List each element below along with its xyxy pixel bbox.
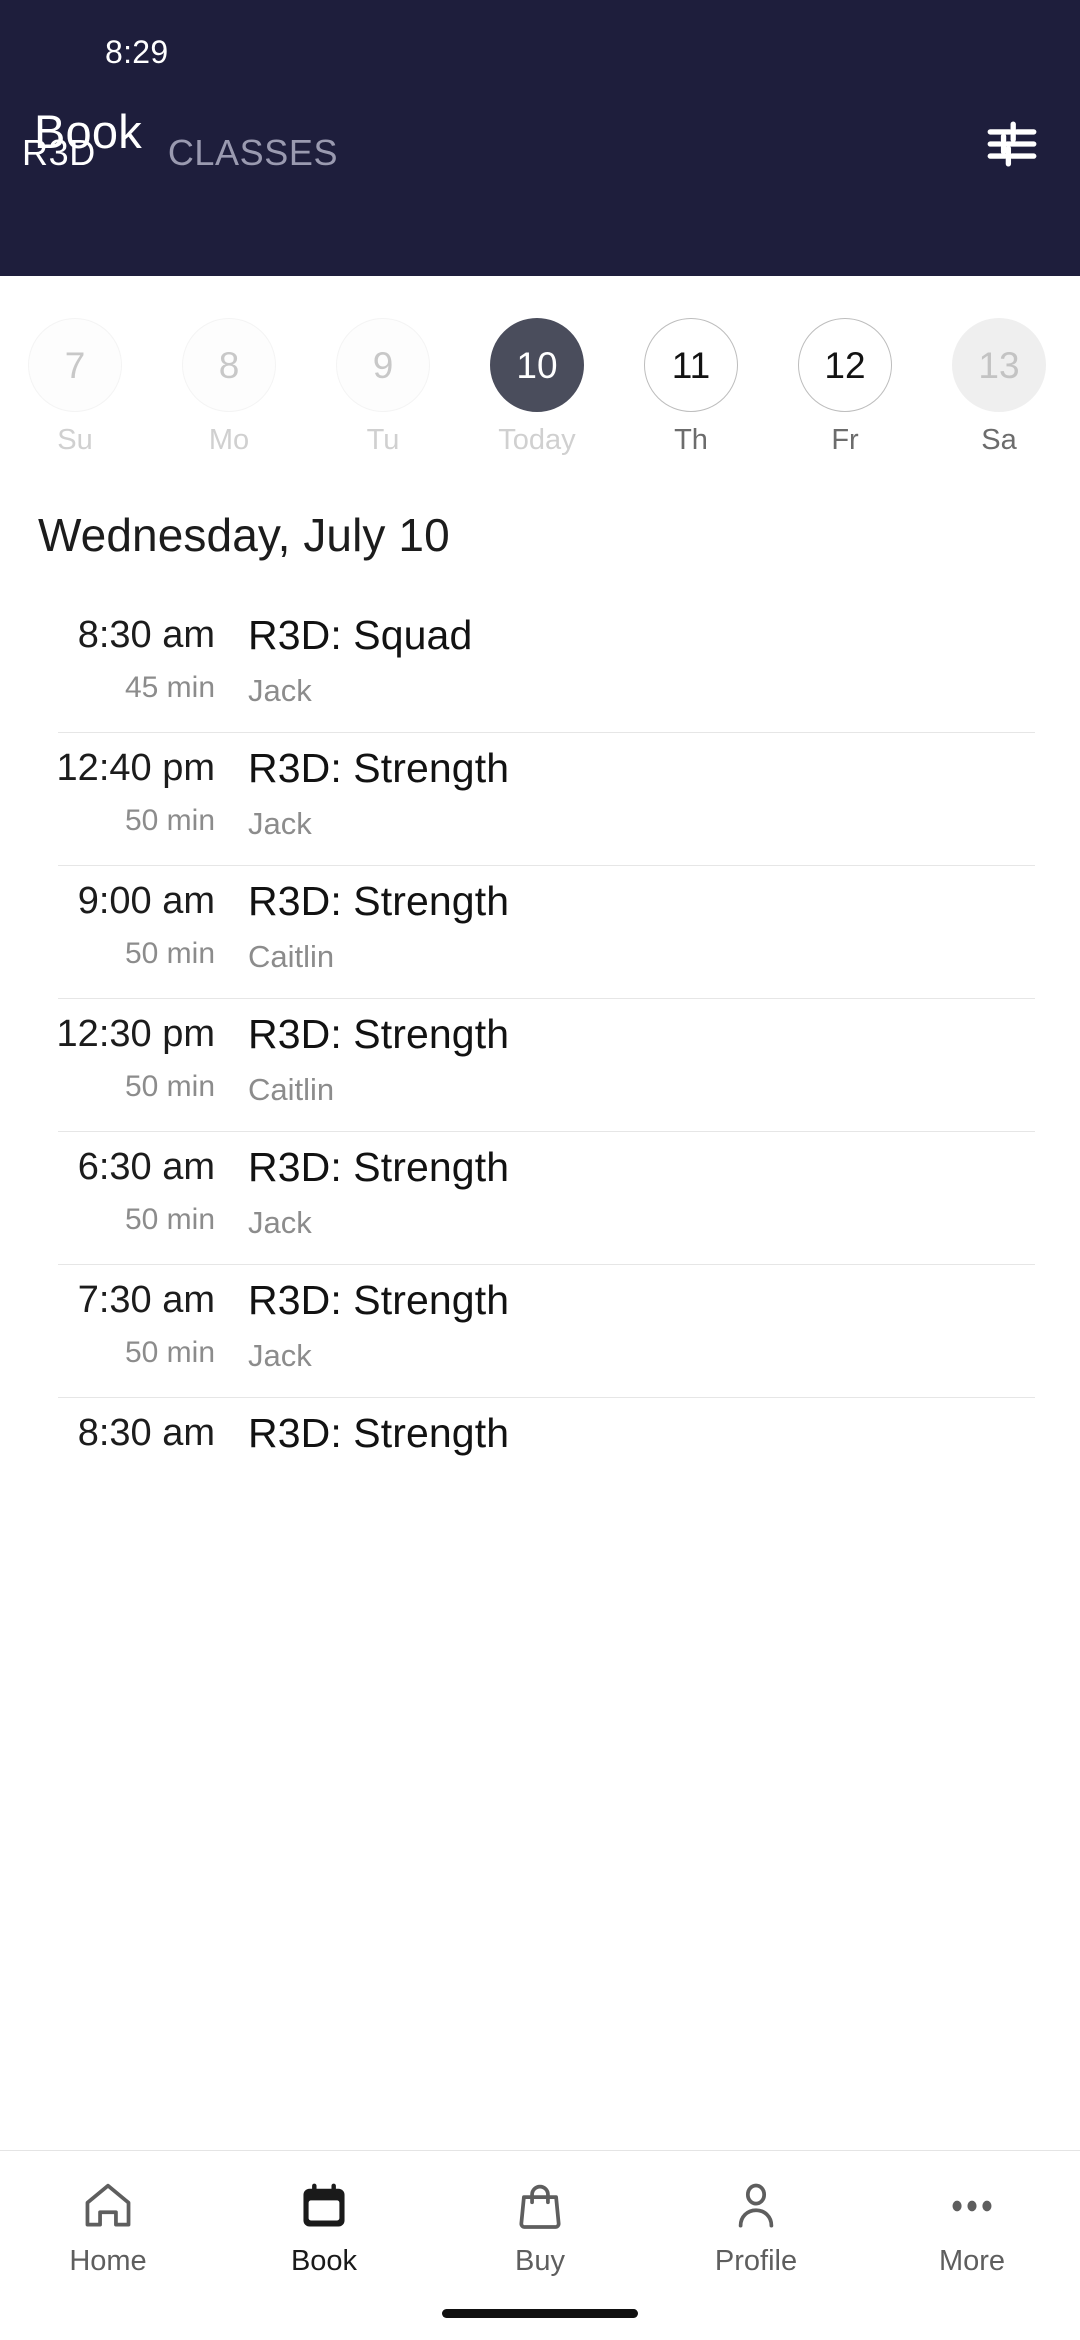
- class-start-time: 9:00 am: [77, 880, 215, 922]
- date-weekday-label: Mo: [208, 424, 250, 456]
- date-circle[interactable]: 8: [182, 318, 276, 412]
- date-weekday-label: Th: [674, 424, 708, 456]
- date-cell-8[interactable]: 8 Mo: [152, 318, 306, 455]
- home-icon: [80, 2175, 136, 2237]
- date-circle[interactable]: 9: [336, 318, 430, 412]
- class-title: R3D: Strength: [248, 878, 510, 924]
- class-row[interactable]: 8:30 am R3D: Strength: [0, 1397, 1080, 1530]
- class-info-block: R3D: Strength Jack: [215, 1277, 1080, 1374]
- class-start-time: 6:30 am: [77, 1146, 215, 1188]
- nav-item-more[interactable]: More: [864, 2175, 1080, 2276]
- nav-label: Buy: [515, 2245, 565, 2277]
- calendar-icon: [296, 2175, 352, 2237]
- nav-label: Profile: [714, 2245, 798, 2277]
- class-time-block: 8:30 am 45 min: [0, 613, 215, 704]
- class-time-block: 12:30 pm 50 min: [0, 1012, 215, 1103]
- class-info-block: R3D: Squad Jack: [215, 612, 1080, 709]
- class-instructor: Jack: [248, 673, 312, 709]
- class-title: R3D: Strength: [248, 1011, 510, 1057]
- class-list[interactable]: 8:30 am 45 min R3D: Squad Jack 12:40 pm …: [0, 599, 1080, 2150]
- class-instructor: Jack: [248, 1205, 312, 1241]
- class-title: R3D: Strength: [248, 1144, 510, 1190]
- class-start-time: 8:30 am: [77, 614, 215, 656]
- date-weekday-label: Sa: [981, 424, 1017, 456]
- class-title: R3D: Squad: [248, 612, 473, 658]
- class-row[interactable]: 7:30 am 50 min R3D: Strength Jack: [0, 1264, 1080, 1397]
- nav-item-buy[interactable]: Buy: [432, 2175, 648, 2276]
- class-time-block: 8:30 am: [0, 1411, 215, 1469]
- class-row[interactable]: 9:00 am 50 min R3D: Strength Caitlin: [0, 865, 1080, 998]
- nav-label: More: [938, 2245, 1006, 2277]
- class-row[interactable]: 12:30 pm 50 min R3D: Strength Caitlin: [0, 998, 1080, 1131]
- date-weekday-label: Su: [57, 424, 93, 456]
- person-icon: [728, 2175, 784, 2237]
- class-info-block: R3D: Strength Caitlin: [215, 878, 1080, 975]
- app-header: 8:29 Book R3D CLASSES: [0, 0, 1080, 276]
- class-duration: 45 min: [124, 670, 215, 704]
- class-row[interactable]: 6:30 am 50 min R3D: Strength Jack: [0, 1131, 1080, 1264]
- tab-r3d[interactable]: R3D: [22, 132, 96, 180]
- class-start-time: 12:30 pm: [56, 1013, 215, 1055]
- class-instructor: Jack: [248, 1338, 312, 1374]
- nav-item-profile[interactable]: Profile: [648, 2175, 864, 2276]
- date-circle[interactable]: 7: [28, 318, 122, 412]
- class-start-time: 7:30 am: [77, 1279, 215, 1321]
- class-duration: 50 min: [124, 803, 215, 837]
- class-title: R3D: Strength: [248, 1277, 510, 1323]
- class-instructor: Caitlin: [248, 939, 335, 975]
- date-weekday-label: Today: [498, 424, 576, 456]
- date-cell-7[interactable]: 7 Su: [0, 318, 152, 455]
- date-selector-strip[interactable]: 7 Su 8 Mo 9 Tu 10 Today 11 Th 12 Fr 13 S…: [0, 276, 1080, 471]
- date-weekday-label: Tu: [366, 424, 400, 456]
- bottom-navigation-bar: Home Book Buy Profile More: [0, 2150, 1080, 2340]
- date-weekday-label: Fr: [831, 424, 859, 456]
- dots-icon: [944, 2175, 1000, 2237]
- class-row[interactable]: 12:40 pm 50 min R3D: Strength Jack: [0, 732, 1080, 865]
- class-start-time: 12:40 pm: [56, 747, 215, 789]
- class-duration: 50 min: [124, 1202, 215, 1236]
- class-title: R3D: Strength: [248, 745, 510, 791]
- class-time-block: 7:30 am 50 min: [0, 1278, 215, 1369]
- nav-label: Home: [69, 2245, 147, 2277]
- date-cell-13[interactable]: 13 Sa: [922, 318, 1076, 455]
- home-gesture-bar[interactable]: [442, 2309, 638, 2318]
- class-start-time: 8:30 am: [77, 1412, 215, 1454]
- date-circle[interactable]: 13: [952, 318, 1046, 412]
- class-info-block: R3D: Strength Jack: [215, 1144, 1080, 1241]
- class-instructor: Jack: [248, 806, 312, 842]
- date-circle[interactable]: 12: [798, 318, 892, 412]
- class-instructor: Caitlin: [248, 1072, 335, 1108]
- status-bar-clock: 8:29: [105, 34, 169, 70]
- class-duration: 50 min: [124, 1069, 215, 1103]
- date-cell-10-selected[interactable]: 10 Today: [460, 318, 614, 455]
- bag-icon: [512, 2175, 568, 2237]
- date-cell-9[interactable]: 9 Tu: [306, 318, 460, 455]
- class-title: R3D: Strength: [248, 1410, 510, 1456]
- booking-screen: 8:29 Book R3D CLASSES 7 Su 8 Mo 9 Tu 10 …: [0, 0, 1080, 2340]
- class-info-block: R3D: Strength: [215, 1410, 1080, 1472]
- nav-item-home[interactable]: Home: [0, 2175, 216, 2276]
- status-bar: 8:29: [0, 0, 1080, 96]
- nav-label: Book: [290, 2245, 358, 2277]
- tab-classes[interactable]: CLASSES: [168, 132, 338, 180]
- tab-bar: R3D CLASSES: [0, 116, 1080, 196]
- date-circle-selected[interactable]: 10: [490, 318, 584, 412]
- date-cell-12[interactable]: 12 Fr: [768, 318, 922, 455]
- class-row[interactable]: 8:30 am 45 min R3D: Squad Jack: [0, 599, 1080, 732]
- date-circle[interactable]: 11: [644, 318, 738, 412]
- class-duration: 50 min: [124, 1335, 215, 1369]
- class-time-block: 9:00 am 50 min: [0, 879, 215, 970]
- nav-item-book[interactable]: Book: [216, 2175, 432, 2276]
- class-time-block: 6:30 am 50 min: [0, 1145, 215, 1236]
- app-bar: Book R3D CLASSES: [0, 96, 1080, 196]
- class-info-block: R3D: Strength Jack: [215, 745, 1080, 842]
- selected-date-heading: Wednesday, July 10: [38, 509, 450, 561]
- class-time-block: 12:40 pm 50 min: [0, 746, 215, 837]
- class-info-block: R3D: Strength Caitlin: [215, 1011, 1080, 1108]
- class-duration: 50 min: [124, 936, 215, 970]
- date-cell-11[interactable]: 11 Th: [614, 318, 768, 455]
